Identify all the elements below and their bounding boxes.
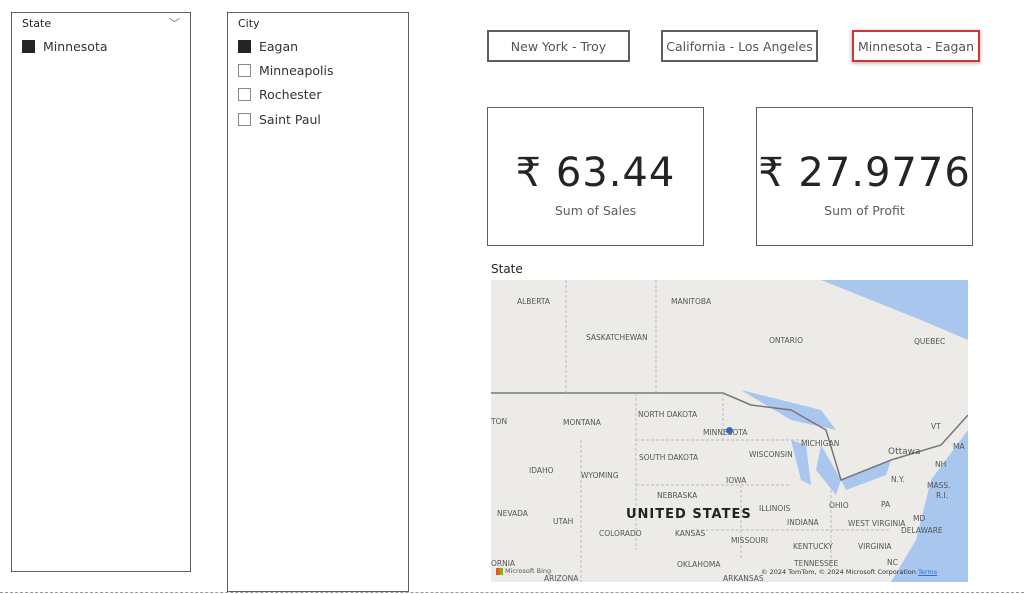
map-title: State (491, 262, 523, 276)
city-slicer-title: City (238, 17, 260, 30)
microsoft-logo-icon (496, 567, 503, 575)
slicer-item-minneapolis[interactable]: Minneapolis (238, 63, 334, 78)
slicer-item-label: Rochester (259, 87, 322, 102)
attribution-text: © 2024 TomTom, © 2024 Microsoft Corporat… (761, 568, 916, 576)
map-label: INDIANA (787, 518, 819, 527)
bookmark-button-new-york-troy[interactable]: New York - Troy (487, 30, 630, 62)
state-slicer: State ﹀ Minnesota (11, 12, 191, 572)
map-label: ALBERTA (517, 297, 550, 306)
map-label: KENTUCKY (793, 542, 833, 551)
map-label: WISCONSIN (749, 450, 793, 459)
map-label: MD (913, 514, 926, 523)
page-boundary (0, 592, 1024, 593)
map-label: DELAWARE (901, 526, 943, 535)
state-slicer-title: State (22, 17, 52, 30)
map-label: COLORADO (599, 529, 642, 538)
map-label: WEST VIRGINIA (848, 519, 906, 528)
map-label: TON (491, 417, 508, 426)
map-label: QUEBEC (914, 337, 946, 346)
country-label: UNITED STATES (626, 507, 752, 522)
slicer-item-minnesota[interactable]: Minnesota (22, 39, 108, 54)
provider-name: Microsoft Bing (505, 567, 552, 575)
slicer-item-saint-paul[interactable]: Saint Paul (238, 112, 321, 127)
bookmark-button-minnesota-eagan[interactable]: Minnesota - Eagan (852, 30, 980, 62)
map-label: KANSAS (675, 529, 706, 538)
map-label: MANITOBA (671, 297, 712, 306)
map-label: SASKATCHEWAN (586, 333, 648, 342)
slicer-item-eagan[interactable]: Eagan (238, 39, 298, 54)
city-slicer: City Eagan Minneapolis Rochester Saint P… (227, 12, 409, 592)
map-label: TENNESSEE (794, 559, 839, 568)
map-label: MA (953, 442, 965, 451)
sales-card: ₹ 63.44 Sum of Sales (487, 107, 704, 246)
map-label: UTAH (553, 517, 574, 526)
checkbox-icon[interactable] (238, 64, 251, 77)
state-map[interactable]: ALBERTA MANITOBA SASKATCHEWAN ONTARIO QU… (491, 280, 968, 582)
checkbox-icon[interactable] (238, 88, 251, 101)
map-label: OHIO (829, 501, 849, 510)
profit-value: ₹ 27.9776 (758, 150, 971, 196)
slicer-item-label: Saint Paul (259, 112, 321, 127)
map-label: SOUTH DAKOTA (639, 453, 699, 462)
map-label: N.Y. (891, 475, 905, 484)
map-label: NH (935, 460, 947, 469)
map-label: VIRGINIA (858, 542, 892, 551)
chevron-down-icon[interactable]: ﹀ (169, 15, 180, 31)
profit-card: ₹ 27.9776 Sum of Profit (756, 107, 973, 246)
map-label: IOWA (726, 476, 747, 485)
map-label: ARIZONA (544, 574, 579, 582)
map-label: ILLINOIS (759, 504, 791, 513)
map-label: VT (931, 422, 941, 431)
bookmark-button-california-los-angeles[interactable]: California - Los Angeles (661, 30, 818, 62)
sales-value: ₹ 63.44 (515, 150, 676, 196)
terms-link[interactable]: Terms (918, 568, 937, 576)
slicer-item-label: Eagan (259, 39, 299, 54)
checkbox-icon[interactable] (238, 113, 251, 126)
slicer-item-label: Minnesota (43, 39, 108, 54)
map-label: ONTARIO (769, 336, 803, 345)
slicer-item-label: Minneapolis (259, 63, 334, 78)
map-label: WYOMING (581, 471, 619, 480)
map-label: MASS. (927, 481, 951, 490)
map-label: NEVADA (497, 509, 528, 518)
checkbox-icon[interactable] (22, 40, 35, 53)
map-label: NORTH DAKOTA (638, 410, 698, 419)
map-label: OKLAHOMA (677, 560, 721, 569)
map-label: IDAHO (529, 466, 554, 475)
map-label: PA (881, 500, 891, 509)
map-label: R.I. (936, 491, 948, 500)
map-label: MICHIGAN (801, 439, 840, 448)
map-label: MINNESOTA (703, 428, 748, 437)
map-label: MONTANA (563, 418, 601, 427)
map-label: ARKANSAS (723, 574, 764, 582)
sales-label: Sum of Sales (554, 203, 637, 218)
checkbox-icon[interactable] (238, 40, 251, 53)
map-label: NEBRASKA (657, 491, 698, 500)
map-label: Ottawa (888, 447, 921, 457)
map-label: NC (887, 558, 898, 567)
profit-label: Sum of Profit (824, 203, 905, 218)
bing-logo: Microsoft Bing (496, 567, 551, 575)
map-attribution: © 2024 TomTom, © 2024 Microsoft Corporat… (761, 568, 937, 576)
map-label: MISSOURI (731, 536, 769, 545)
slicer-item-rochester[interactable]: Rochester (238, 87, 322, 102)
